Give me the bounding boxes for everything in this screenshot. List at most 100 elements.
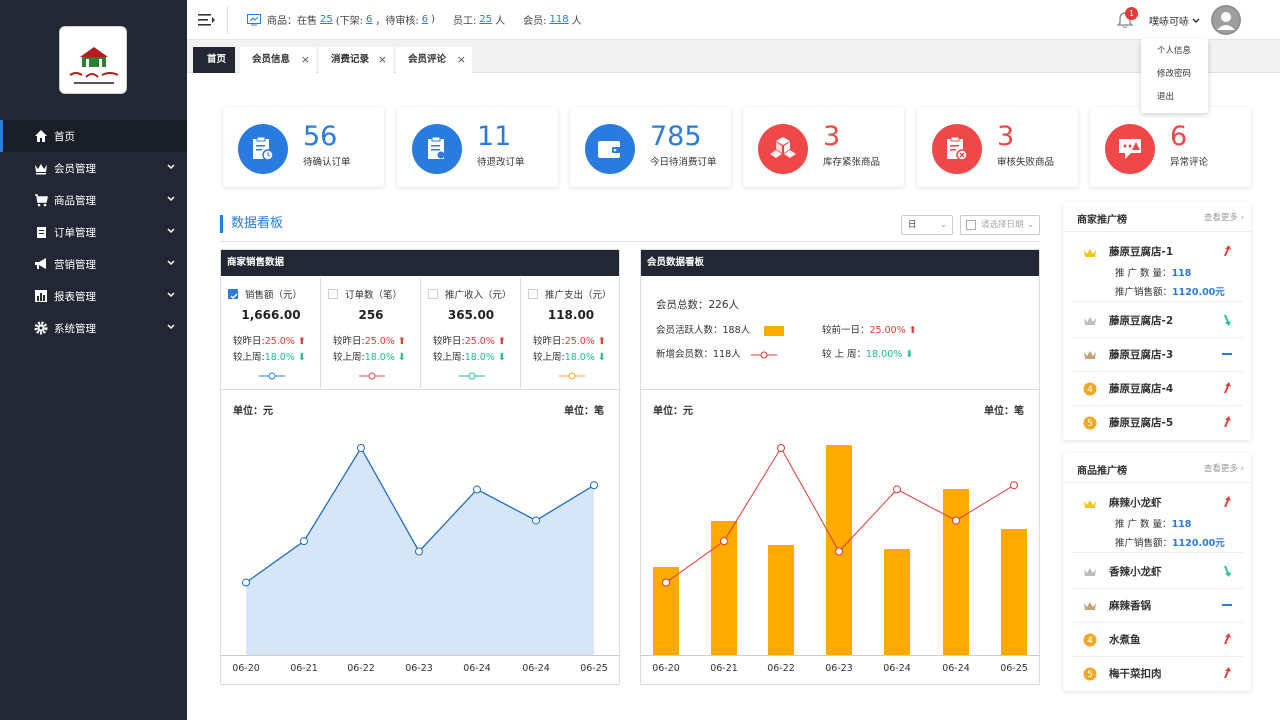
rank-item[interactable]: 藤原豆腐店-2 — [1071, 304, 1243, 338]
rank-item[interactable]: 藤原豆腐店-3 — [1071, 338, 1243, 372]
stat-card-pending-confirm[interactable]: 56 待确认订单 — [223, 107, 384, 187]
kpi-checkbox[interactable] — [228, 289, 238, 300]
stat-label: 今日待消费订单 — [650, 157, 717, 168]
tab-member-info[interactable]: 会员信息 × — [240, 47, 316, 73]
rank-item[interactable]: 5 藤原豆腐店-5 — [1071, 406, 1243, 440]
arrow-down-icon: ⬇ — [494, 352, 506, 363]
staff-link[interactable]: 25 — [479, 14, 492, 25]
divider — [221, 389, 619, 390]
sidebar-item-system[interactable]: 系统管理 — [0, 312, 187, 344]
member-link[interactable]: 118 — [550, 14, 569, 25]
menu-item-profile[interactable]: 个人信息 — [1141, 41, 1208, 62]
stat-value: 3 — [997, 121, 1015, 152]
view-more-link[interactable]: 查看更多 › — [1204, 462, 1244, 474]
stat-label: 库存紧张商品 — [823, 157, 881, 168]
tab-home[interactable]: 首页 — [193, 47, 235, 73]
kpi-3[interactable]: 推广支出（元） 118.00 较昨日:25.0% ⬆ 较上周:18.0% ⬇ — [521, 278, 621, 388]
tab-consumption[interactable]: 消费记录 × — [319, 47, 393, 73]
compare-label: 较昨日: — [533, 336, 565, 347]
trend-up-icon — [1221, 382, 1233, 394]
bar[interactable] — [1001, 529, 1027, 655]
sidebar-item-orders[interactable]: 订单管理 — [0, 216, 187, 248]
kpi-checkbox[interactable] — [328, 289, 338, 299]
x-tick-label: 06-21 — [290, 663, 318, 674]
data-point[interactable] — [357, 444, 365, 452]
sidebar-item-home[interactable]: 首页 — [0, 120, 187, 152]
tab-comments[interactable]: 会员评论 × — [396, 47, 472, 73]
sidebar-item-label: 订单管理 — [54, 226, 96, 239]
sidebar-item-members[interactable]: 会员管理 — [0, 152, 187, 184]
data-point[interactable] — [532, 516, 540, 525]
rank-item-name: 水煮鱼 — [1109, 634, 1141, 646]
logo[interactable] — [59, 26, 127, 94]
date-picker[interactable]: 请选择日期 ⌄ — [960, 215, 1040, 235]
sidebar-item-label: 商品管理 — [54, 194, 96, 207]
stat-label: 待确认订单 — [303, 157, 351, 168]
kpi-1[interactable]: 订单数（笔） 256 较昨日:25.0% ⬆ 较上周:18.0% ⬇ — [321, 278, 421, 388]
data-point[interactable] — [720, 537, 728, 546]
menu-item-logout[interactable]: 退出 — [1141, 87, 1208, 108]
bar[interactable] — [943, 489, 969, 655]
data-point[interactable] — [662, 578, 670, 587]
period-select[interactable]: 日 ⌄ — [901, 215, 953, 235]
sidebar-item-marketing[interactable]: 营销管理 — [0, 248, 187, 280]
pending-link[interactable]: 6 — [422, 14, 428, 25]
svg-text:4: 4 — [1087, 385, 1093, 395]
trend-down-icon — [1221, 565, 1233, 577]
bar[interactable] — [884, 549, 910, 655]
stat-card-pending-refund[interactable]: 11 待退改订单 — [397, 107, 558, 187]
rank-item[interactable]: 5 梅干菜扣肉 — [1071, 657, 1243, 691]
menu-item-change-password[interactable]: 修改密码 — [1141, 64, 1208, 85]
close-icon[interactable]: × — [301, 47, 310, 73]
rank-title: 商品推广榜 — [1077, 466, 1127, 477]
close-icon[interactable]: × — [378, 47, 387, 73]
rank-item[interactable]: 香辣小龙虾 — [1071, 555, 1243, 589]
data-point[interactable] — [1010, 481, 1018, 490]
view-more-link[interactable]: 查看更多 › — [1204, 211, 1244, 223]
avatar[interactable] — [1211, 5, 1241, 35]
kpi-0[interactable]: 销售额（元） 1,666.00 较昨日:25.0% ⬆ 较上周:18.0% ⬇ — [221, 278, 321, 388]
stat-card-audit-failed[interactable]: 3 审核失败商品 — [917, 107, 1078, 187]
username-menu[interactable]: 噗哧可哧 — [1149, 13, 1200, 28]
data-point[interactable] — [893, 485, 901, 494]
trend-down-icon — [1221, 314, 1233, 326]
rank-item[interactable]: 4 水煮鱼 — [1071, 623, 1243, 657]
wallet-icon — [585, 124, 635, 174]
member-active: 会员活跃人数：188人 — [656, 322, 785, 336]
sidebar-item-products[interactable]: 商品管理 — [0, 184, 187, 216]
goods-on-sale-link[interactable]: 25 — [320, 14, 333, 25]
kpi-checkbox[interactable] — [428, 289, 438, 299]
kpi-2[interactable]: 推广收入（元） 365.00 较昨日:25.0% ⬆ 较上周:18.0% ⬇ — [421, 278, 521, 388]
stat-value: 11 — [477, 121, 512, 152]
data-point[interactable] — [777, 444, 785, 452]
data-point[interactable] — [835, 547, 843, 556]
compare-label: 较上周: — [433, 352, 465, 363]
menu-toggle-icon[interactable] — [198, 12, 216, 28]
sidebar-item-reports[interactable]: 报表管理 — [0, 280, 187, 312]
rank-item[interactable]: 麻辣香锅 — [1071, 589, 1243, 623]
data-point[interactable] — [473, 485, 481, 494]
off-shelf-link[interactable]: 6 — [366, 14, 372, 25]
calendar-icon — [966, 220, 976, 230]
kpi-checkbox[interactable] — [528, 289, 538, 299]
amount-value: 1120.00元 — [1172, 538, 1225, 549]
stat-card-abnormal-comments[interactable]: 6 异常评论 — [1090, 107, 1251, 187]
data-point[interactable] — [590, 481, 598, 490]
rank-item[interactable]: 4 藤原豆腐店-4 — [1071, 372, 1243, 406]
close-icon[interactable]: × — [457, 47, 466, 73]
kpi-day-compare: 较昨日:25.0% ⬆ — [533, 333, 606, 347]
compare-label: 较上周: — [533, 352, 565, 363]
stat-card-today-orders[interactable]: 785 今日待消费订单 — [570, 107, 731, 187]
tab-label: 会员信息 — [252, 54, 291, 65]
data-point[interactable] — [242, 578, 250, 587]
data-point[interactable] — [415, 547, 423, 556]
rank-item[interactable]: 麻辣小龙虾推 广 数 量：118 推广销售额：1120.00元 — [1071, 487, 1243, 553]
rank-item[interactable]: 藤原豆腐店-1 推 广 数 量：118 推广销售额：1120.00元 — [1071, 236, 1243, 302]
crown-icon — [1083, 348, 1097, 362]
arrow-down-icon: ⬇ — [905, 349, 914, 360]
bar[interactable] — [768, 545, 794, 655]
data-point[interactable] — [300, 537, 308, 546]
clipboard-refund-icon — [412, 124, 462, 174]
stat-card-low-stock[interactable]: 3 库存紧张商品 — [743, 107, 904, 187]
data-point[interactable] — [952, 516, 960, 525]
